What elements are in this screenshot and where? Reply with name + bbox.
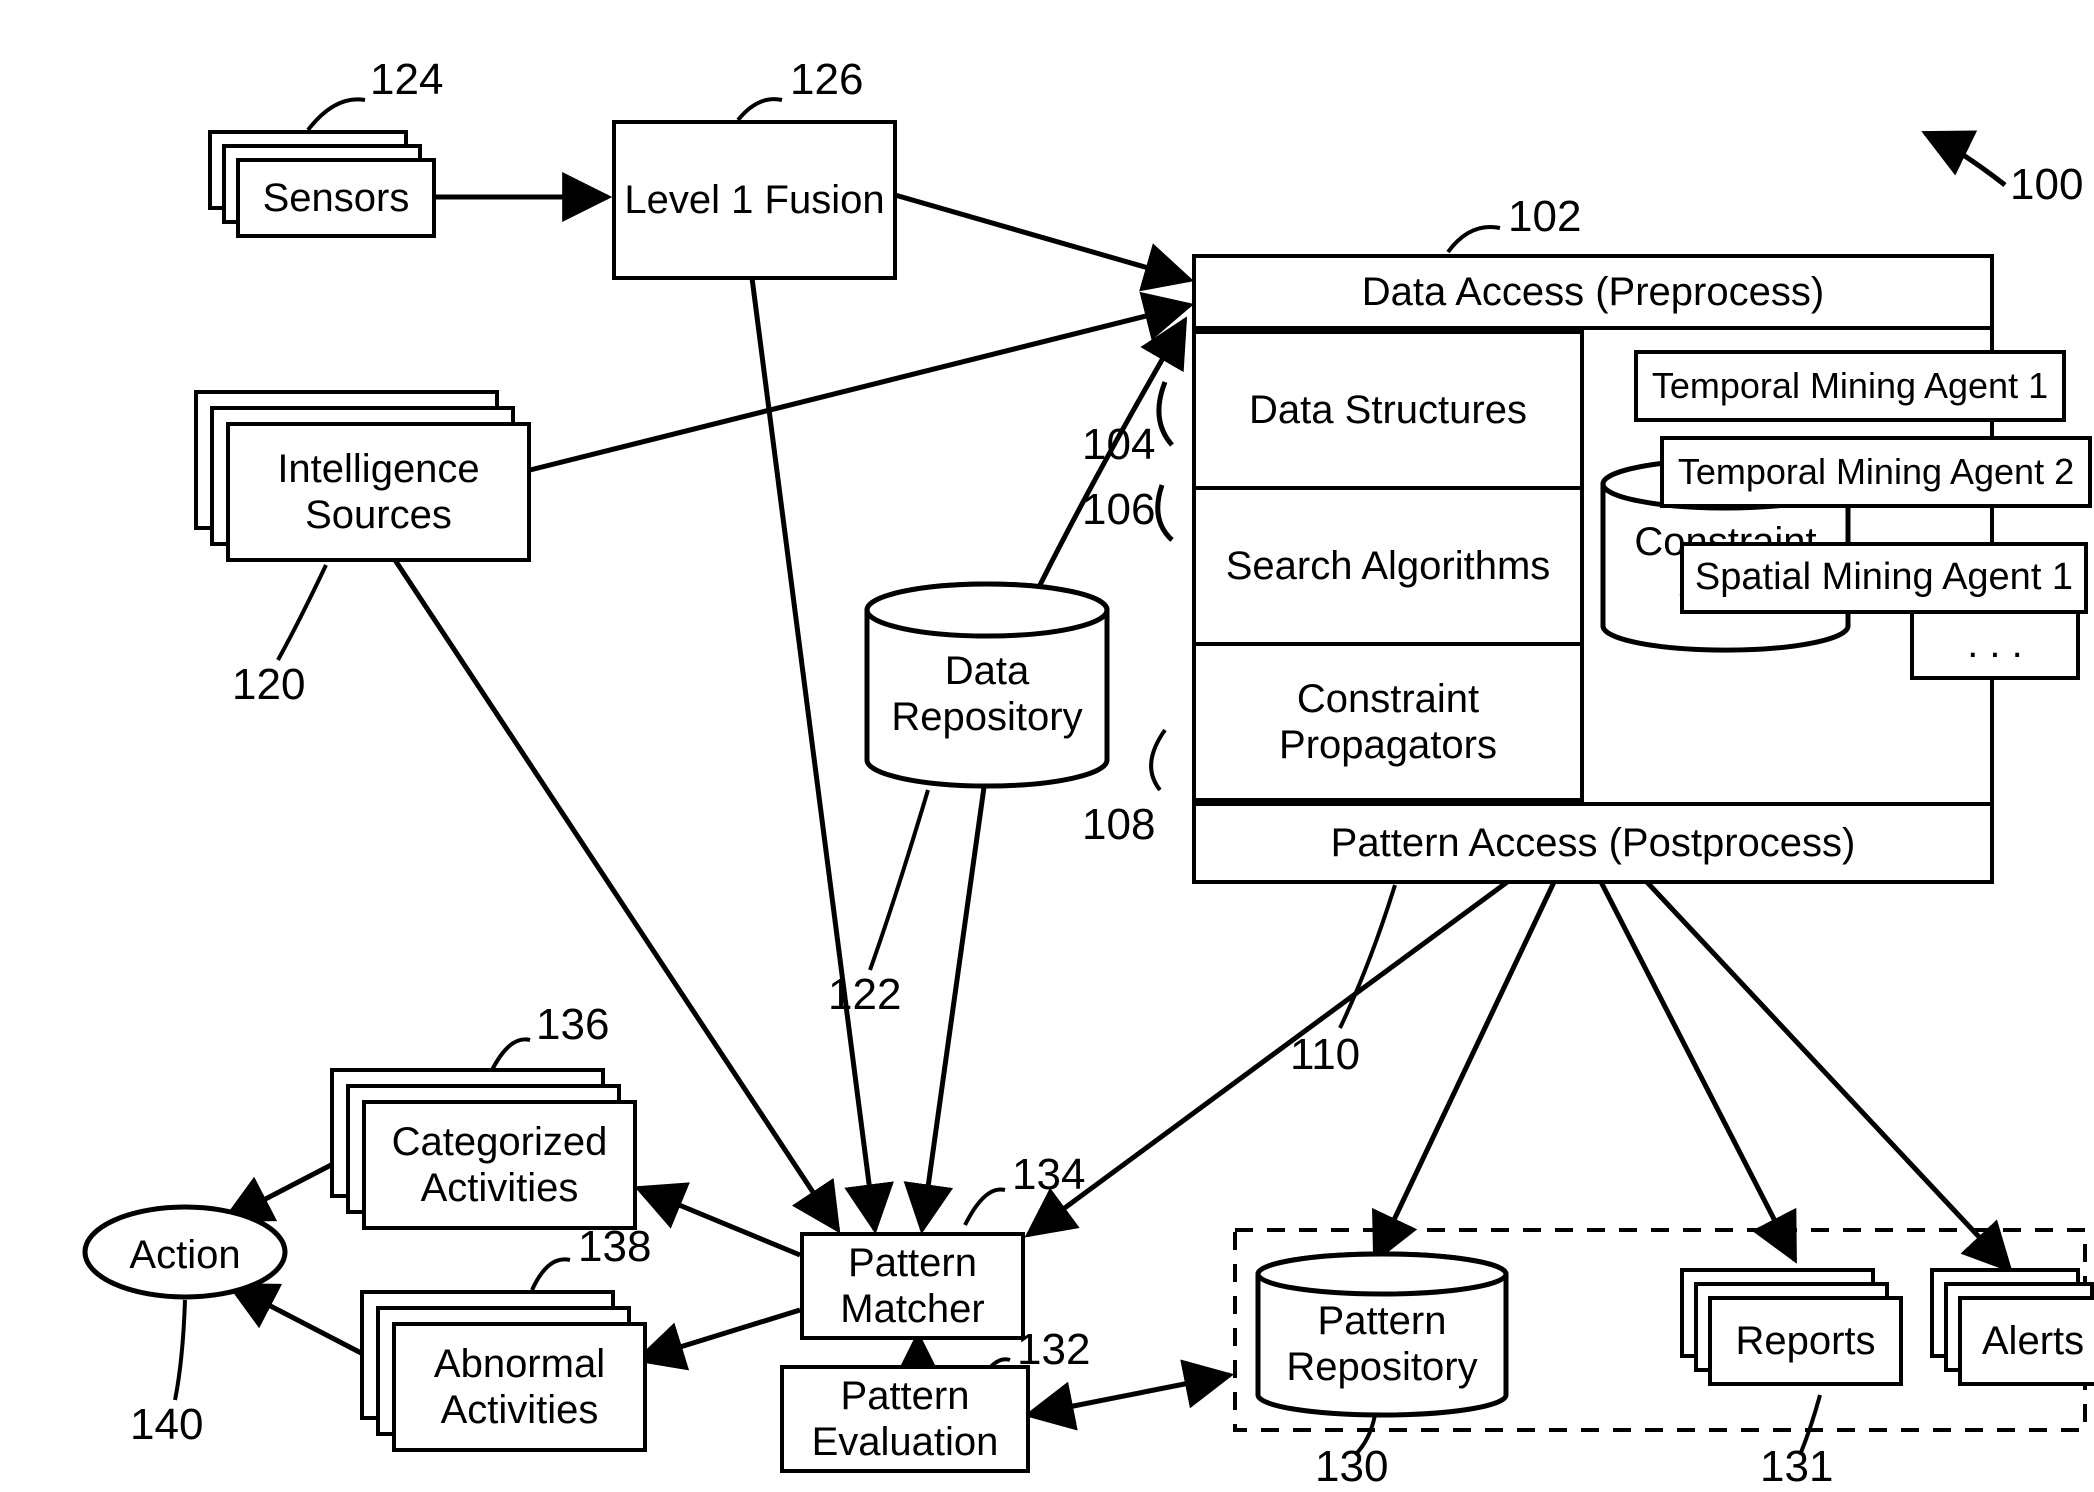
data-access-row: Data Access (Preprocess) xyxy=(1192,254,1994,330)
ref-104: 104 xyxy=(1082,420,1155,470)
mining-agent-s1: Spatial Mining Agent 1 xyxy=(1680,542,2088,614)
ref-108: 108 xyxy=(1082,800,1155,850)
pattern-matcher-box: Pattern Matcher xyxy=(800,1232,1025,1340)
sensors-stack: Sensors xyxy=(208,130,438,240)
ref-122: 122 xyxy=(828,970,901,1020)
ref-102: 102 xyxy=(1508,192,1581,242)
ref-140: 140 xyxy=(130,1400,203,1450)
mining-agent-more: . . . xyxy=(1910,608,2080,680)
mining-agent-t2: Temporal Mining Agent 2 xyxy=(1660,436,2092,508)
categorized-activities-label: Categorized Activities xyxy=(366,1119,633,1211)
reports-stack: Reports xyxy=(1680,1268,1905,1388)
ref-110: 110 xyxy=(1290,1030,1360,1080)
mining-agent-more-label: . . . xyxy=(1967,621,2023,667)
action-label: Action xyxy=(129,1233,240,1278)
pattern-access-label: Pattern Access (Postprocess) xyxy=(1331,820,1856,866)
data-access-label: Data Access (Preprocess) xyxy=(1362,269,1824,315)
pattern-evaluation-label: Pattern Evaluation xyxy=(792,1373,1018,1465)
intel-sources-label: Intelligence Sources xyxy=(230,446,527,538)
search-algorithms-box: Search Algorithms xyxy=(1192,486,1584,646)
sensors-label: Sensors xyxy=(263,175,410,221)
data-repository-label: Data Repository xyxy=(862,648,1112,740)
intel-sources-stack: Intelligence Sources xyxy=(194,390,534,565)
ref-138: 138 xyxy=(578,1222,651,1272)
data-structures-label: Data Structures xyxy=(1249,387,1527,433)
action-ellipse: Action xyxy=(85,1210,285,1300)
level1-fusion-box: Level 1 Fusion xyxy=(612,120,897,280)
level1-fusion-label: Level 1 Fusion xyxy=(624,177,884,223)
constraint-propagators-box: Constraint Propagators xyxy=(1192,642,1584,802)
ref-100: 100 xyxy=(2010,160,2083,210)
ref-131: 131 xyxy=(1760,1442,1833,1492)
ref-132: 132 xyxy=(1017,1325,1090,1375)
mining-agent-t1: Temporal Mining Agent 1 xyxy=(1634,350,2066,422)
abnormal-activities-label: Abnormal Activities xyxy=(396,1341,643,1433)
ref-124: 124 xyxy=(370,55,443,105)
ref-130: 130 xyxy=(1315,1442,1388,1492)
pattern-repository: Pattern Repository xyxy=(1252,1250,1512,1420)
pattern-matcher-label: Pattern Matcher xyxy=(812,1240,1013,1332)
ref-106: 106 xyxy=(1082,485,1155,535)
search-algorithms-label: Search Algorithms xyxy=(1226,543,1551,589)
pattern-access-row: Pattern Access (Postprocess) xyxy=(1192,802,1994,884)
data-repository: Data Repository xyxy=(862,580,1112,790)
ref-120: 120 xyxy=(232,660,305,710)
mining-agent-t1-label: Temporal Mining Agent 1 xyxy=(1652,365,2048,406)
reports-label: Reports xyxy=(1735,1318,1875,1364)
alerts-label: Alerts xyxy=(1982,1318,2084,1364)
abnormal-activities-stack: Abnormal Activities xyxy=(360,1290,650,1455)
mining-agent-s1-label: Spatial Mining Agent 1 xyxy=(1695,556,2073,600)
categorized-activities-stack: Categorized Activities xyxy=(330,1068,640,1233)
constraint-propagators-label: Constraint Propagators xyxy=(1204,676,1572,768)
alerts-stack: Alerts xyxy=(1930,1268,2094,1388)
pattern-repository-label: Pattern Repository xyxy=(1252,1298,1512,1390)
ref-136: 136 xyxy=(536,1000,609,1050)
data-structures-box: Data Structures xyxy=(1192,330,1584,490)
ref-126: 126 xyxy=(790,55,863,105)
mining-agent-t2-label: Temporal Mining Agent 2 xyxy=(1678,451,2074,492)
ref-134: 134 xyxy=(1012,1150,1085,1200)
